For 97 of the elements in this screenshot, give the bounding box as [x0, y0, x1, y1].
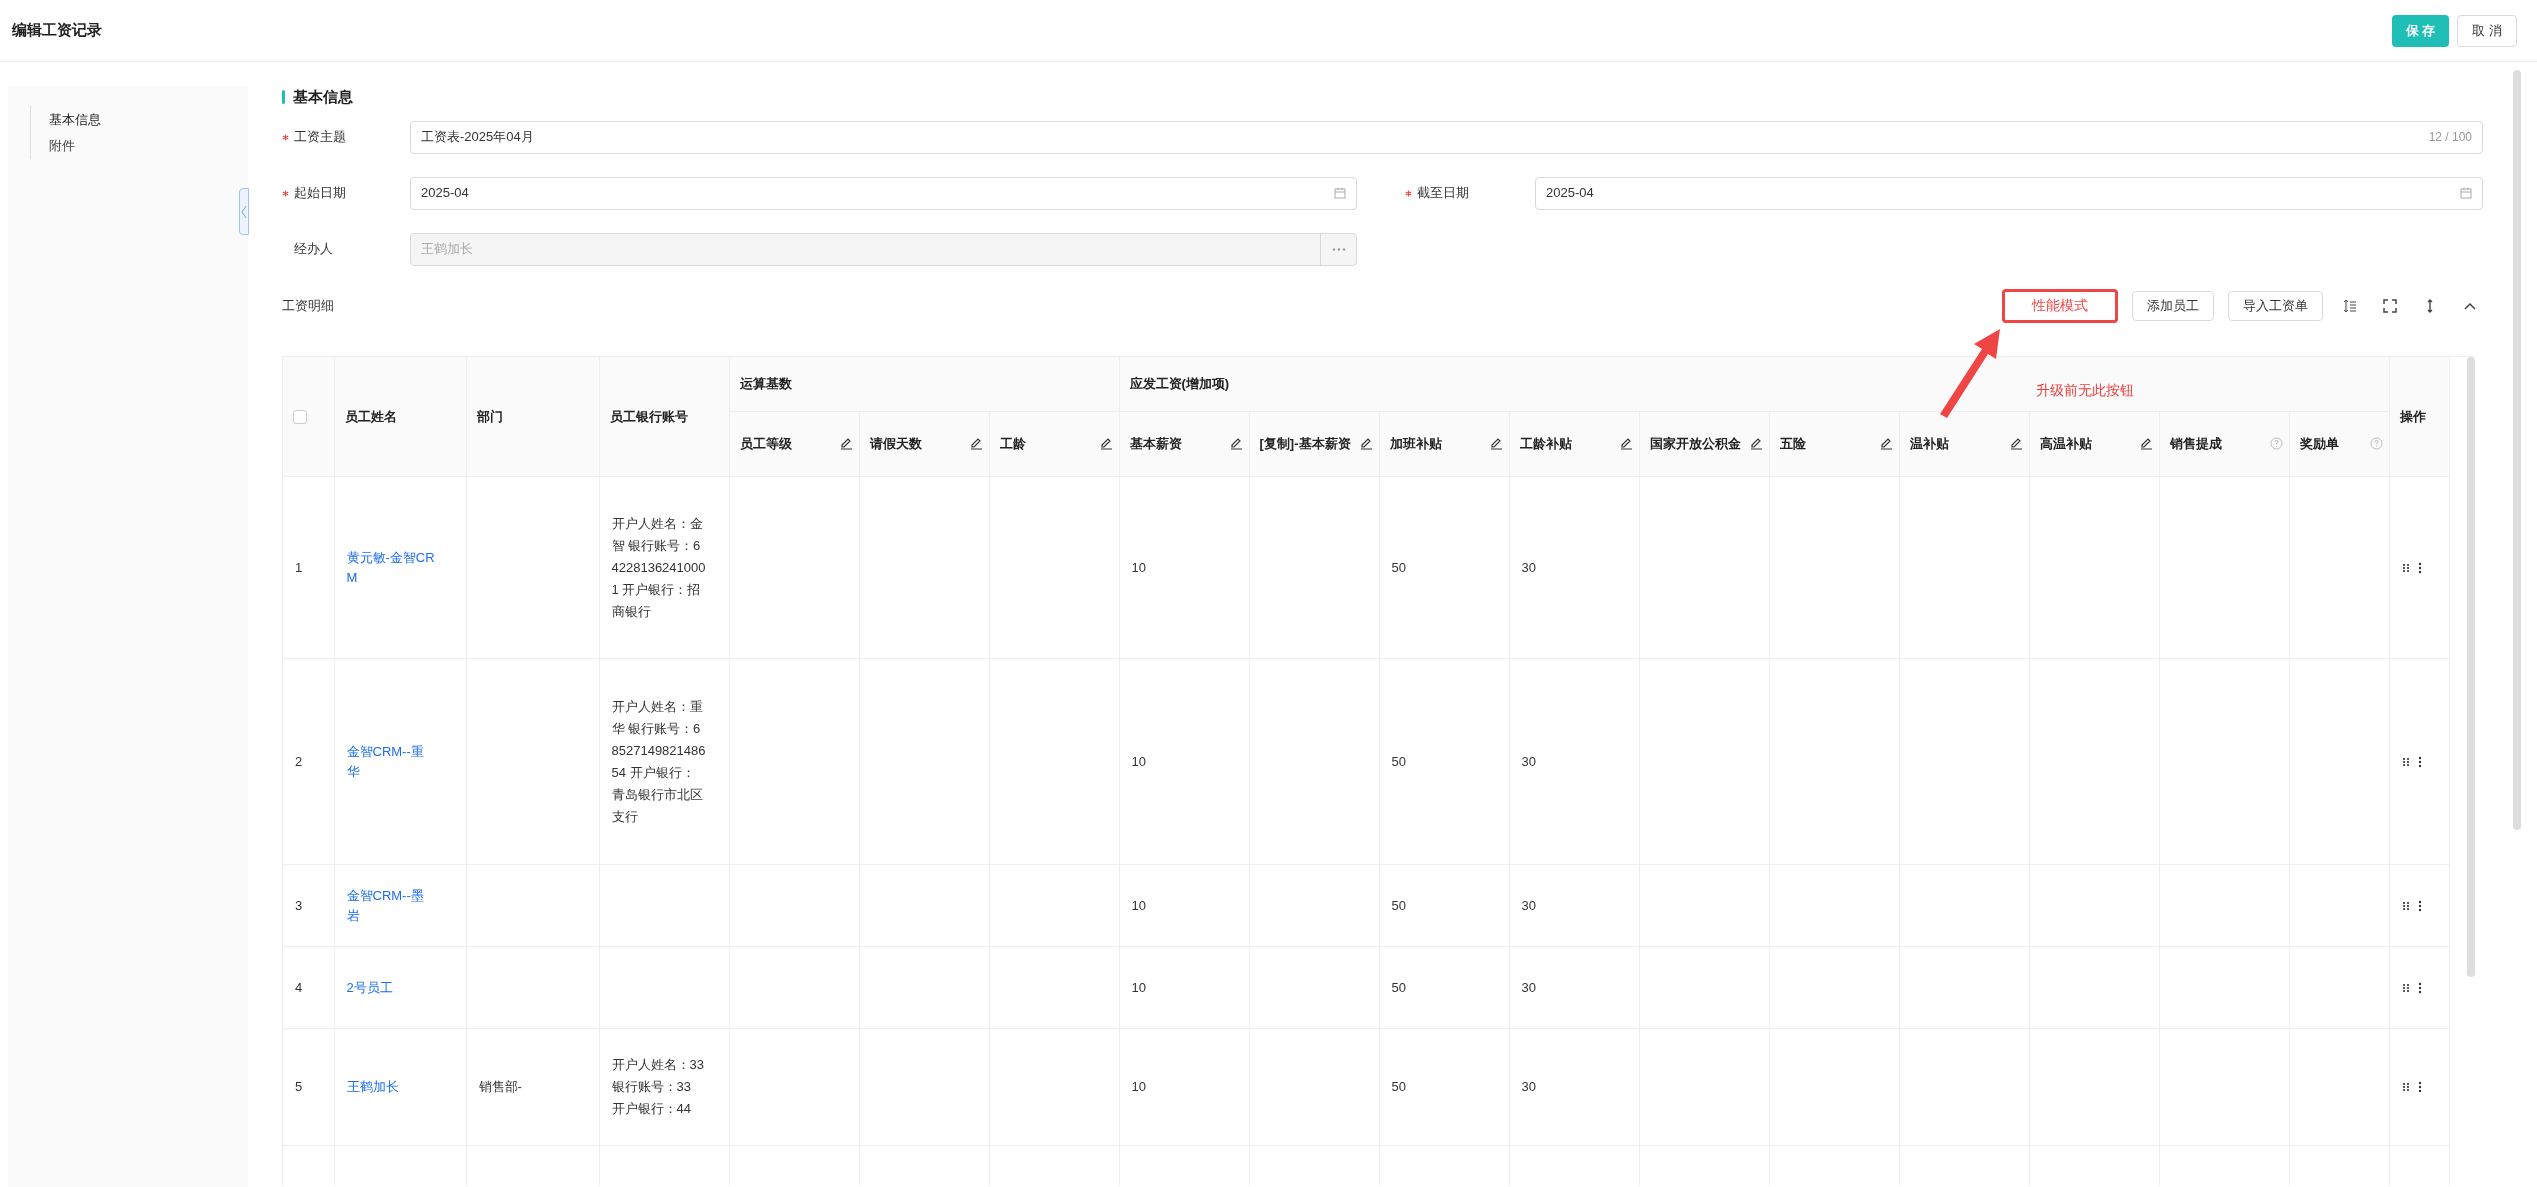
section-title: 基本信息: [293, 87, 353, 107]
column-header: 奖励单: [2299, 435, 2339, 453]
edit-icon[interactable]: [1359, 437, 1373, 450]
field-label: 起始日期: [294, 184, 346, 203]
column-header: 员工等级: [739, 435, 792, 453]
table-cell: 开户人姓名：金智 银行账号：642281362410001 开户银行：招商银行: [599, 476, 729, 659]
employee-link[interactable]: 2号员工: [346, 977, 436, 998]
employee-link[interactable]: 黄元敏-金智CRM: [346, 547, 436, 588]
column-header: 操作: [2389, 356, 2450, 477]
column-header: 部门: [466, 356, 599, 477]
sidebar-item[interactable]: 基本信息: [31, 110, 248, 130]
section-marker: [282, 90, 285, 105]
table-cell: 开户人姓名：重华 银行账号：6852714982148654 开户银行：青岛银行市北区支行: [599, 658, 729, 865]
drag-handle-icon[interactable]: [2401, 982, 2410, 993]
column-header: 高温补贴: [2039, 435, 2092, 453]
group-header: 运算基数: [729, 356, 1119, 412]
table-cell: 50: [1379, 946, 1509, 1029]
table-cell: 10: [1119, 946, 1249, 1029]
column-header: 销售提成: [2169, 435, 2222, 453]
date-field[interactable]: 2025-04: [1535, 176, 2483, 210]
details-title: 工资明细: [282, 296, 334, 315]
column-header: 国家开放公积金: [1649, 435, 1741, 453]
cancel-button[interactable]: 取 消: [2457, 14, 2517, 47]
calendar-icon: [1334, 187, 1346, 199]
drag-handle-icon[interactable]: [2401, 1082, 2410, 1092]
fullscreen-icon[interactable]: [2383, 298, 2397, 313]
collapse-handle[interactable]: [239, 188, 249, 235]
more-vertical-icon[interactable]: [2417, 1081, 2422, 1093]
table-cell: 10: [1119, 864, 1249, 947]
edit-icon[interactable]: [1749, 437, 1763, 450]
table-cell: 50: [1379, 658, 1509, 865]
table-cell: 10: [1119, 658, 1249, 865]
select-all-checkbox[interactable]: [293, 410, 307, 425]
table-cell: 30: [1509, 658, 1639, 865]
more-vertical-icon[interactable]: [2417, 899, 2422, 912]
table-scrollbar-thumb[interactable]: [2467, 356, 2475, 977]
field-label: 经办人: [294, 240, 333, 259]
column-header: 员工银行账号: [599, 356, 729, 477]
column-header: 基本薪资: [1129, 435, 1182, 453]
edit-icon[interactable]: [969, 437, 983, 450]
ellipsis-icon: [1331, 247, 1346, 251]
drag-handle-icon[interactable]: [2401, 562, 2410, 573]
table-cell: 开户人姓名：33 银行账号：33 开户银行：44: [599, 1028, 729, 1146]
table-cell: 30: [1509, 1028, 1639, 1146]
table-cell: 50: [1379, 476, 1509, 659]
sidebar-item[interactable]: 附件: [31, 135, 248, 155]
table-cell: 50: [1379, 1028, 1509, 1146]
column-header: 员工姓名: [334, 356, 466, 477]
table-cell: 30: [1509, 946, 1639, 1029]
employee-link[interactable]: 王鹤加长: [346, 1077, 436, 1097]
row-number: 5: [283, 1028, 334, 1146]
edit-icon[interactable]: [1229, 437, 1243, 450]
table-cell: 30: [1509, 864, 1639, 947]
edit-icon[interactable]: [1879, 437, 1893, 450]
edit-icon[interactable]: [2009, 437, 2023, 450]
column-header: 工龄补贴: [1519, 435, 1572, 453]
column-header: 温补贴: [1909, 435, 1949, 453]
char-counter: 12 / 100: [2428, 129, 2472, 146]
table-cell: 销售部-: [466, 1028, 599, 1146]
employee-link[interactable]: 金智CRM--墨岩: [346, 885, 436, 926]
table-cell: 50: [1379, 864, 1509, 947]
column-header: 加班补贴: [1389, 435, 1442, 453]
column-header: 五险: [1779, 435, 1806, 453]
field-label: 工资主题: [294, 128, 346, 147]
drag-handle-icon[interactable]: [2401, 756, 2410, 767]
drag-handle-icon[interactable]: [2401, 900, 2410, 911]
calendar-icon: [2460, 187, 2472, 199]
line-height-icon[interactable]: [2343, 298, 2357, 313]
edit-icon[interactable]: [1619, 437, 1633, 450]
chevron-left-icon: [241, 204, 247, 219]
column-header: 工龄: [999, 435, 1026, 453]
more-vertical-icon[interactable]: [2417, 755, 2422, 768]
table-cell: 10: [1119, 1028, 1249, 1146]
edit-icon[interactable]: [839, 437, 853, 450]
toolbar-button[interactable]: 导入工资单: [2228, 290, 2323, 321]
field-label: 截至日期: [1417, 184, 1469, 203]
edit-icon[interactable]: [1489, 437, 1503, 450]
more-vertical-icon[interactable]: [2417, 981, 2422, 994]
toolbar-button[interactable]: 添加员工: [2132, 290, 2214, 321]
page-scrollbar-thumb[interactable]: [2513, 70, 2521, 830]
row-number: 4: [283, 946, 334, 1029]
column-header: 请假天数: [869, 435, 922, 453]
row-number: 1: [283, 476, 334, 659]
date-field[interactable]: 2025-04: [410, 176, 1357, 210]
toolbar-button[interactable]: 性能模式: [2002, 288, 2118, 323]
input-field[interactable]: 工资表-2025年04月 12 / 100: [410, 120, 2483, 154]
column-header: [复制]-基本薪资: [1259, 435, 1351, 453]
row-number: 2: [283, 658, 334, 865]
annotation-text: 升级前无此按钮: [2036, 381, 2134, 400]
table-cell: 10: [1119, 476, 1249, 659]
edit-icon[interactable]: [1099, 437, 1113, 450]
edit-icon[interactable]: [2139, 437, 2153, 450]
more-vertical-icon[interactable]: [2417, 561, 2422, 574]
table-cell: 30: [1509, 476, 1639, 659]
row-number: 3: [283, 864, 334, 947]
employee-link[interactable]: 金智CRM--重华: [346, 741, 436, 782]
page-title: 编辑工资记录: [12, 20, 102, 41]
